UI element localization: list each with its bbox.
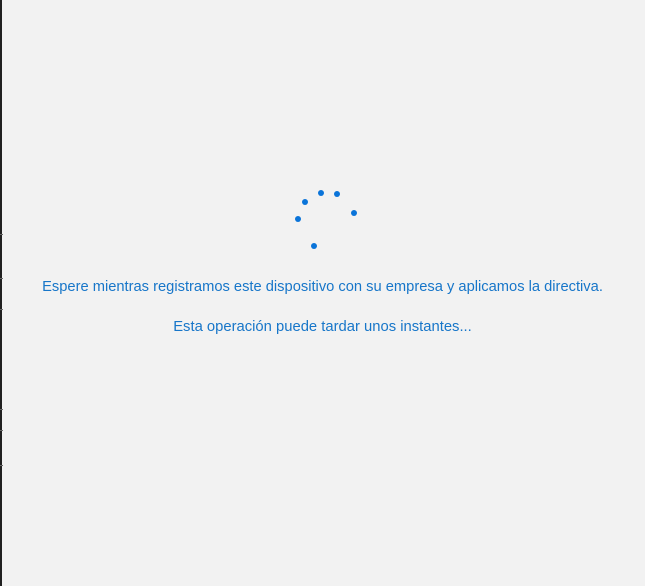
spinner-dot: [302, 199, 308, 205]
border-tick: [0, 430, 3, 431]
wait-message: Esta operación puede tardar unos instant…: [173, 319, 472, 335]
spinner-dot: [318, 190, 324, 196]
spinner-dot: [334, 191, 340, 197]
border-tick: [0, 409, 3, 410]
border-tick: [0, 309, 3, 310]
spinner-dot: [311, 243, 317, 249]
spinner-dot: [351, 210, 357, 216]
status-message: Espere mientras registramos este disposi…: [42, 279, 603, 295]
spinner-dot: [295, 216, 301, 222]
border-tick: [0, 234, 3, 235]
loading-spinner-icon: [292, 186, 360, 252]
border-tick: [0, 465, 3, 466]
